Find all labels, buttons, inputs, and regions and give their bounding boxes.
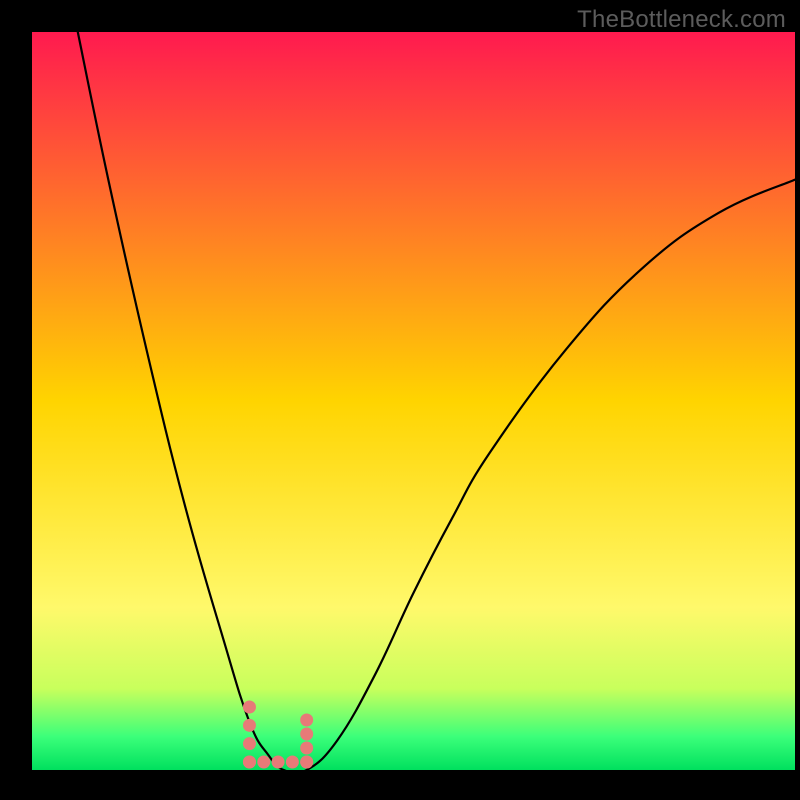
plot-background [32,32,795,770]
watermark-text: TheBottleneck.com [577,6,786,34]
chart-stage: TheBottleneck.com [0,0,800,800]
bottleneck-chart [0,0,800,800]
